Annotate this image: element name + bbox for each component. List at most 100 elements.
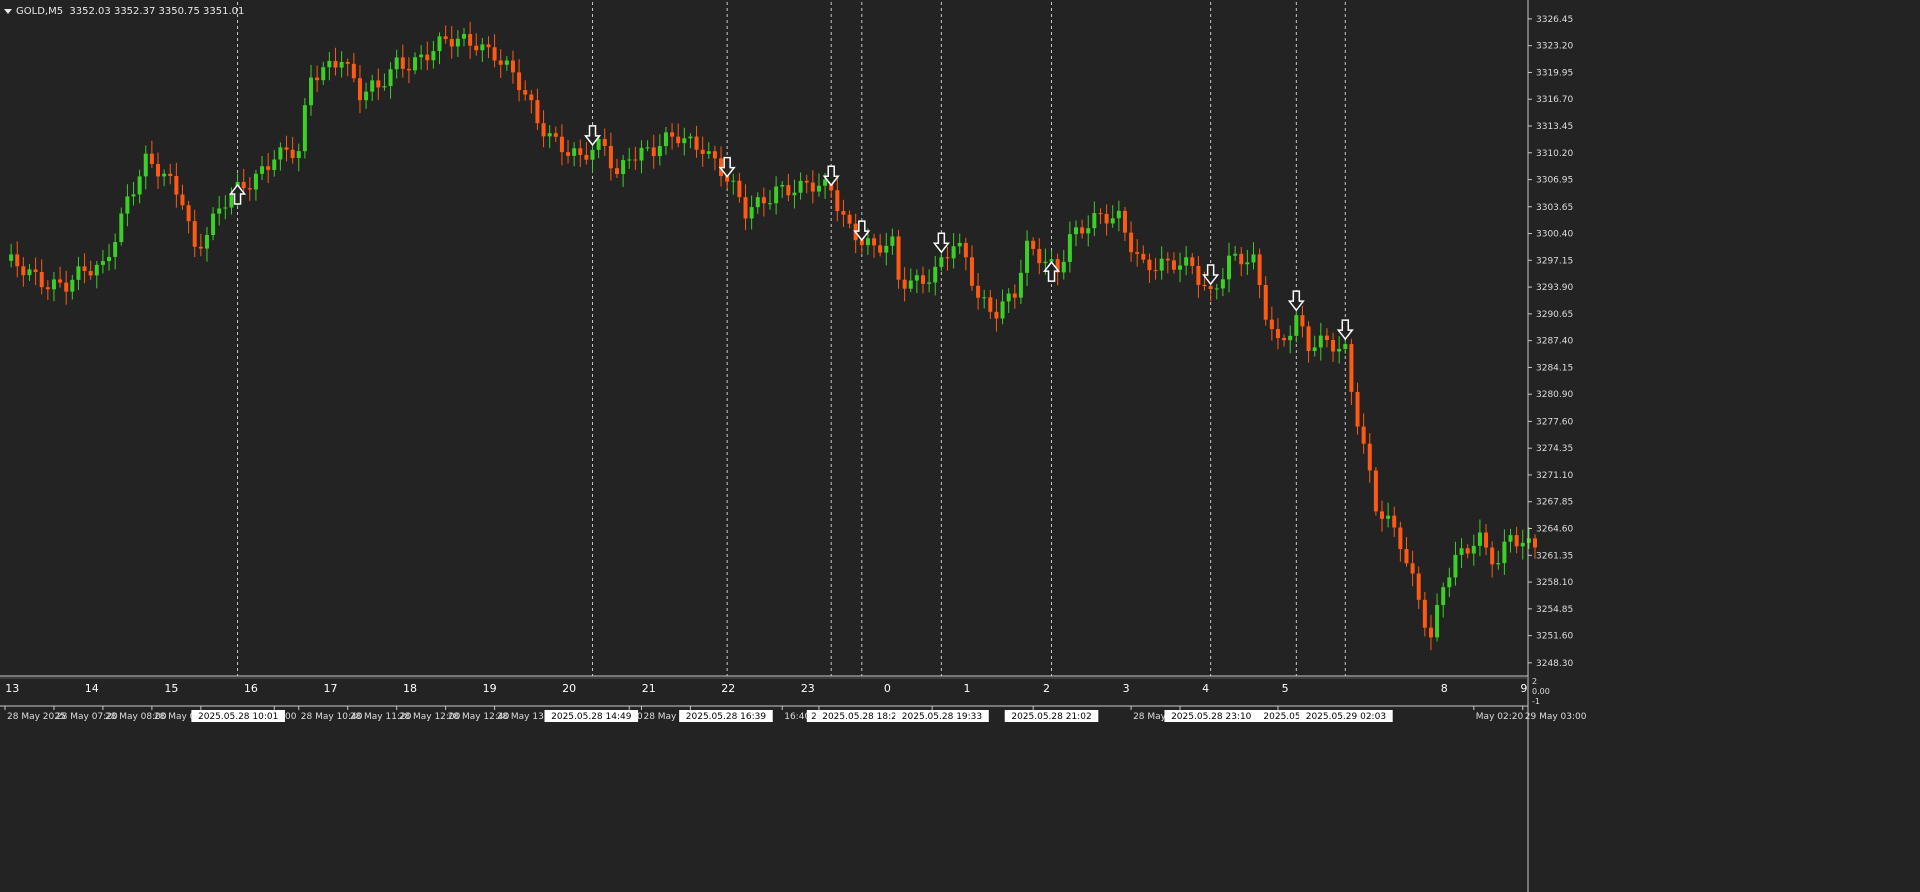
price-label: 3323.20 <box>1536 42 1573 52</box>
candle-body <box>1110 218 1115 224</box>
candle-body <box>768 203 772 205</box>
candle-body <box>608 145 613 169</box>
price-label: 3319.95 <box>1536 68 1573 78</box>
candle-body <box>419 54 424 58</box>
price-label: 3306.95 <box>1536 176 1573 186</box>
candle-body <box>1361 426 1366 444</box>
candle-body <box>1025 240 1030 273</box>
hour-label: 9 <box>1520 682 1527 695</box>
candle-body <box>933 266 938 283</box>
candle-body <box>125 196 130 214</box>
candle-body <box>480 44 485 51</box>
candle-body <box>107 256 112 262</box>
candle-body <box>1526 538 1531 543</box>
candle-body <box>1343 344 1348 349</box>
candle-body <box>688 136 693 139</box>
candle-body <box>816 185 821 192</box>
candle-body <box>1037 248 1042 264</box>
candle-body <box>1533 538 1537 548</box>
candle-body <box>663 132 668 147</box>
candle-body <box>204 234 209 249</box>
price-chart[interactable]: 3326.45 3323.20 3319.95 3316.70 3313.45 3310.… <box>0 0 1920 892</box>
candle-body <box>400 57 405 69</box>
candle-body <box>1147 259 1152 271</box>
time-marker-label: 2025.05.28 19:33 <box>902 712 982 722</box>
candle-body <box>1116 210 1121 219</box>
candle-body <box>1233 253 1238 256</box>
time-marker-label: 2025.05.29 02:03 <box>1306 712 1386 722</box>
candle-body <box>174 175 179 195</box>
price-label: 3303.65 <box>1536 203 1573 213</box>
candle-body <box>296 151 301 159</box>
candle-body <box>1061 261 1066 273</box>
candle-body <box>1184 257 1189 266</box>
candle-body <box>162 173 167 177</box>
candle-body <box>149 153 154 164</box>
candle-body <box>590 149 595 160</box>
candle-body <box>792 192 797 196</box>
candle-body <box>21 266 26 276</box>
candle-body <box>1104 213 1109 224</box>
symbol-header[interactable]: GOLD,M5 3352.03 3352.37 3350.75 3351.01 <box>4 6 244 17</box>
candle-body <box>706 151 711 154</box>
candle-body <box>223 207 228 209</box>
symbol-name: GOLD,M5 <box>16 6 64 17</box>
candle-body <box>1208 286 1213 290</box>
candle-body <box>394 57 399 70</box>
candle-body <box>1275 329 1280 339</box>
candle-body <box>872 238 877 246</box>
candle-body <box>700 149 705 154</box>
candle-body <box>1251 254 1256 263</box>
candle-body <box>241 181 246 189</box>
time-marker-label: 2025.05.28 10:01 <box>198 712 278 722</box>
hour-label: 4 <box>1202 682 1209 695</box>
candle-body <box>156 163 160 177</box>
price-label: 3277.60 <box>1536 417 1573 427</box>
candle-body <box>351 63 356 79</box>
candle-body <box>1220 279 1225 289</box>
candle-body <box>1092 213 1097 229</box>
candle-body <box>425 54 430 61</box>
candle-body <box>517 72 522 91</box>
candle-body <box>786 185 791 196</box>
candle-body <box>621 160 626 175</box>
candle-body <box>1190 257 1195 267</box>
candle-body <box>951 246 956 259</box>
candle-body <box>168 173 173 176</box>
candle-body <box>939 257 944 267</box>
candle-body <box>1508 535 1513 542</box>
candle-body <box>602 138 607 146</box>
candle-body <box>309 77 313 106</box>
price-label: 3261.35 <box>1536 551 1573 561</box>
candle-body <box>45 287 50 290</box>
candle-body <box>1520 542 1525 547</box>
candle-body <box>1428 627 1433 638</box>
hour-label: 3 <box>1123 682 1130 695</box>
candle-body <box>743 197 748 219</box>
chart-background <box>0 0 1920 892</box>
price-label: 3316.70 <box>1536 95 1573 105</box>
candle-body <box>945 257 950 259</box>
candle-body <box>731 180 736 182</box>
candle-body <box>302 105 307 152</box>
candle-body <box>1245 262 1250 265</box>
candle-body <box>327 60 332 68</box>
candle-body <box>1514 535 1519 547</box>
candle-body <box>890 236 895 246</box>
candle-body <box>969 257 974 286</box>
price-label: 3284.15 <box>1536 363 1573 373</box>
candle-body <box>370 80 375 92</box>
candle-body <box>27 269 32 276</box>
candle-body <box>504 60 509 65</box>
candle-body <box>388 69 393 87</box>
hour-label: 2 <box>1043 682 1050 695</box>
price-label: 3300.40 <box>1536 230 1573 240</box>
candle-body <box>1239 253 1244 265</box>
candle-body <box>100 261 105 265</box>
dropdown-caret-icon <box>4 8 12 14</box>
candle-body <box>553 133 558 137</box>
candle-body <box>1477 532 1482 546</box>
candle-body <box>82 266 87 272</box>
candle-body <box>976 285 981 298</box>
candle-body <box>468 34 473 46</box>
